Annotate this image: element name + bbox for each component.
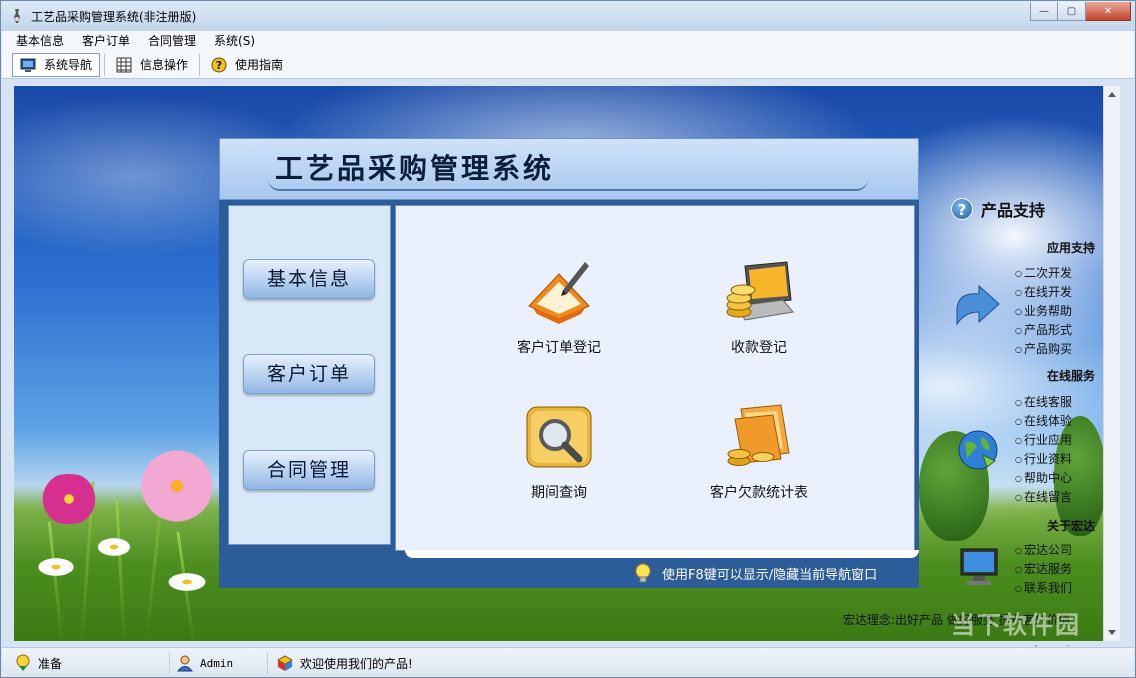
navigation-panel: 工艺品采购管理系统 基本信息 客户订单 合同管理 客户订单登记 收款登记 期间查… — [219, 138, 919, 588]
tab-info-operations[interactable]: 信息操作 — [109, 53, 195, 77]
toolbar-separator — [104, 53, 106, 76]
payment-registration-label: 收款登记 — [731, 340, 787, 356]
menu-basic-info[interactable]: 基本信息 — [2, 31, 73, 51]
user-icon — [176, 655, 194, 672]
computer-monitor-icon — [960, 548, 998, 585]
package-icon — [276, 655, 294, 671]
panel-body: 基本信息 客户订单 合同管理 客户订单登记 收款登记 期间查询 客户欠款统计表 … — [219, 200, 919, 588]
grass-decoration — [47, 521, 64, 641]
arrow-forward-icon — [956, 284, 1000, 326]
menu-customer-orders[interactable]: 客户订单 — [73, 31, 139, 51]
link-hongda-company[interactable]: 宏达公司 — [1015, 541, 1072, 558]
hint-text: 使用F8键可以显示/隐藏当前导航窗口 — [662, 567, 878, 583]
function-area: 客户订单登记 收款登记 期间查询 客户欠款统计表 — [395, 205, 915, 551]
link-online-trial[interactable]: 在线体验 — [1015, 412, 1072, 429]
svg-text:?: ? — [216, 59, 222, 72]
scroll-down-arrow-icon[interactable] — [1108, 630, 1116, 635]
status-welcome-text: 欢迎使用我们的产品! — [300, 656, 413, 671]
link-product-purchase[interactable]: 产品购买 — [1015, 340, 1072, 357]
menu-system[interactable]: 系统(S) — [205, 31, 264, 51]
folder-pen-icon — [528, 262, 590, 324]
product-support-title: ? 产品支持 — [951, 197, 1045, 221]
window-controls: — ▢ ✕ — [1030, 2, 1131, 21]
customer-debt-statistics-label: 客户欠款统计表 — [710, 485, 808, 501]
grid-icon — [116, 57, 132, 72]
status-user-text: Admin — [200, 656, 234, 670]
nav-button-basic-info[interactable]: 基本信息 — [243, 259, 375, 299]
pink-flower-decoration — [132, 446, 222, 526]
link-secondary-development[interactable]: 二次开发 — [1015, 264, 1072, 281]
link-leave-message[interactable]: 在线留言 — [1015, 488, 1072, 505]
maximize-button[interactable]: ▢ — [1058, 2, 1086, 21]
toolbar: 系统导航 信息操作 ? 使用指南 — [2, 51, 1134, 79]
product-support-label: 产品支持 — [981, 201, 1046, 220]
link-industry-applications[interactable]: 行业应用 — [1015, 431, 1072, 448]
status-indicator-icon — [16, 654, 30, 671]
folder-coins-icon — [727, 404, 790, 466]
scroll-up-arrow-icon[interactable] — [1108, 92, 1116, 97]
help-icon: ? — [211, 57, 227, 72]
product-support-sidebar: ? 产品支持 应用支持 二次开发 在线开发 业务帮助 产品形式 产品购买 在线服… — [931, 109, 1101, 629]
nav-button-customer-orders[interactable]: 客户订单 — [243, 354, 375, 394]
payment-registration-button[interactable]: 收款登记 — [674, 256, 844, 357]
pink-flower-decoration — [34, 474, 104, 524]
link-online-support[interactable]: 在线客服 — [1015, 393, 1072, 410]
app-icon — [14, 9, 20, 23]
status-user: Admin — [176, 652, 268, 674]
white-flower-decoration — [94, 536, 134, 558]
window-title: 工艺品采购管理系统(非注册版) — [31, 10, 197, 24]
globe-refresh-icon — [958, 430, 998, 470]
customer-order-registration-button[interactable]: 客户订单登记 — [474, 256, 644, 357]
tab-user-guide-label: 使用指南 — [235, 58, 284, 72]
link-industry-materials[interactable]: 行业资料 — [1015, 450, 1072, 467]
menu-bar: 基本信息 客户订单 合同管理 系统(S) — [2, 31, 1134, 51]
tab-info-operations-label: 信息操作 — [140, 58, 189, 72]
watermark-text: 当下软件园 — [951, 611, 1081, 639]
nav-button-contract-management[interactable]: 合同管理 — [243, 450, 375, 490]
customer-debt-statistics-button[interactable]: 客户欠款统计表 — [674, 401, 844, 502]
section-heading-about: 关于宏达 — [1046, 519, 1095, 533]
link-help-center[interactable]: 帮助中心 — [1015, 469, 1072, 486]
vertical-scrollbar[interactable] — [1103, 86, 1120, 641]
white-flower-decoration — [34, 556, 78, 578]
link-business-help[interactable]: 业务帮助 — [1015, 302, 1072, 319]
tab-system-navigation-label: 系统导航 — [44, 58, 93, 72]
link-contact-us[interactable]: 联系我们 — [1015, 579, 1072, 596]
coins-laptop-icon — [726, 261, 794, 321]
menu-contract-management[interactable]: 合同管理 — [139, 31, 205, 51]
status-bar: 准备 Admin 欢迎使用我们的产品! — [2, 647, 1134, 677]
panel-header: 工艺品采购管理系统 — [219, 138, 919, 200]
hint-bar: 使用F8键可以显示/隐藏当前导航窗口 — [634, 562, 877, 584]
grass-decoration — [115, 501, 126, 641]
tab-system-navigation[interactable]: 系统导航 — [12, 52, 101, 77]
toolbar-separator — [199, 53, 201, 76]
app-window: 工艺品采购管理系统(非注册版) — ▢ ✕ 基本信息 客户订单 合同管理 系统(… — [0, 0, 1136, 678]
minimize-button[interactable]: — — [1030, 2, 1058, 21]
function-area-footer — [405, 550, 919, 558]
status-welcome: 欢迎使用我们的产品! — [276, 652, 576, 674]
period-query-label: 期间查询 — [531, 485, 587, 501]
left-nav: 基本信息 客户订单 合同管理 — [228, 205, 391, 545]
customer-order-registration-label: 客户订单登记 — [517, 340, 601, 356]
section-heading-online-service: 在线服务 — [1046, 369, 1095, 383]
monitor-icon — [20, 58, 36, 72]
section-heading-app-support: 应用支持 — [1046, 241, 1095, 255]
magnifier-icon — [526, 406, 592, 468]
link-product-forms[interactable]: 产品形式 — [1015, 321, 1072, 338]
link-hongda-service[interactable]: 宏达服务 — [1015, 560, 1072, 577]
header-curve-decoration — [268, 179, 868, 191]
title-bar: 工艺品采购管理系统(非注册版) — ▢ ✕ — [1, 1, 1135, 31]
period-query-button[interactable]: 期间查询 — [474, 401, 644, 502]
status-ready-text: 准备 — [38, 656, 63, 671]
status-ready: 准备 — [14, 652, 170, 674]
white-flower-decoration — [164, 571, 210, 593]
tab-user-guide[interactable]: ? 使用指南 — [204, 53, 290, 77]
close-button[interactable]: ✕ — [1086, 2, 1131, 21]
link-online-development[interactable]: 在线开发 — [1015, 283, 1072, 300]
lightbulb-icon — [635, 563, 651, 583]
question-icon: ? — [951, 198, 973, 220]
